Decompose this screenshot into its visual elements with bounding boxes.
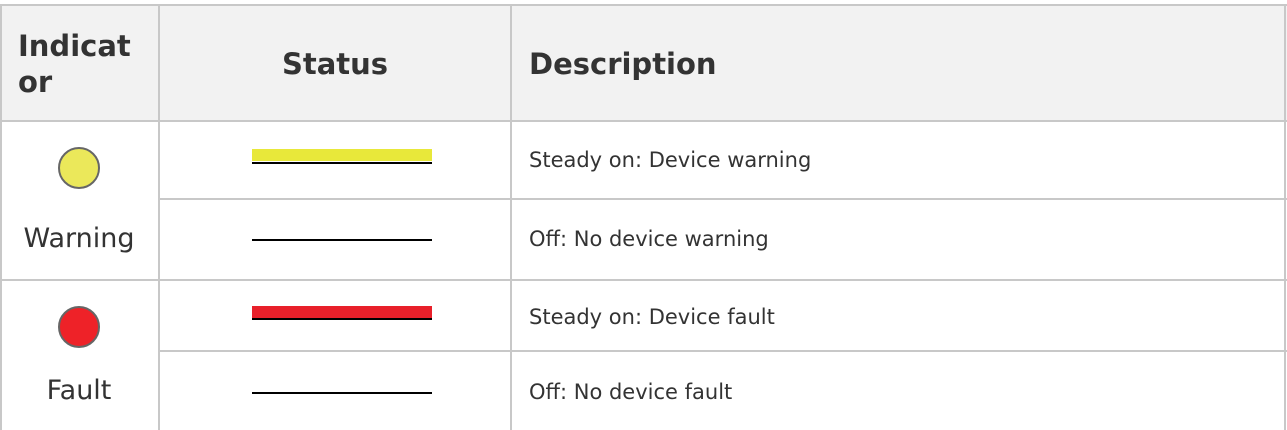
divider [510, 4, 512, 430]
divider [0, 279, 1287, 281]
header-indicator: Indicator [18, 29, 131, 99]
divider [0, 4, 2, 430]
divider [1284, 4, 1286, 430]
warning-led-icon [58, 147, 100, 189]
status-off-line [252, 239, 432, 241]
divider [0, 120, 1287, 122]
row-description: Off: No device fault [529, 380, 733, 404]
status-line [252, 318, 432, 320]
header-status: Status [281, 47, 389, 81]
status-steady-on-indicator [252, 306, 432, 318]
row-description: Steady on: Device fault [529, 305, 775, 329]
indicator-status-table: Indicator Status Description Warning Ste… [0, 0, 1287, 430]
row-description: Steady on: Device warning [529, 148, 812, 172]
divider [158, 350, 1287, 352]
divider [158, 198, 1287, 200]
row-description: Off: No device warning [529, 227, 769, 251]
indicator-label-fault: Fault [46, 375, 112, 406]
fault-led-icon [58, 306, 100, 348]
status-line [252, 162, 432, 164]
status-steady-on-indicator [252, 149, 432, 161]
divider [0, 4, 1287, 6]
header-description: Description [529, 47, 717, 81]
status-off-line [252, 392, 432, 394]
indicator-label-warning: Warning [23, 223, 135, 254]
